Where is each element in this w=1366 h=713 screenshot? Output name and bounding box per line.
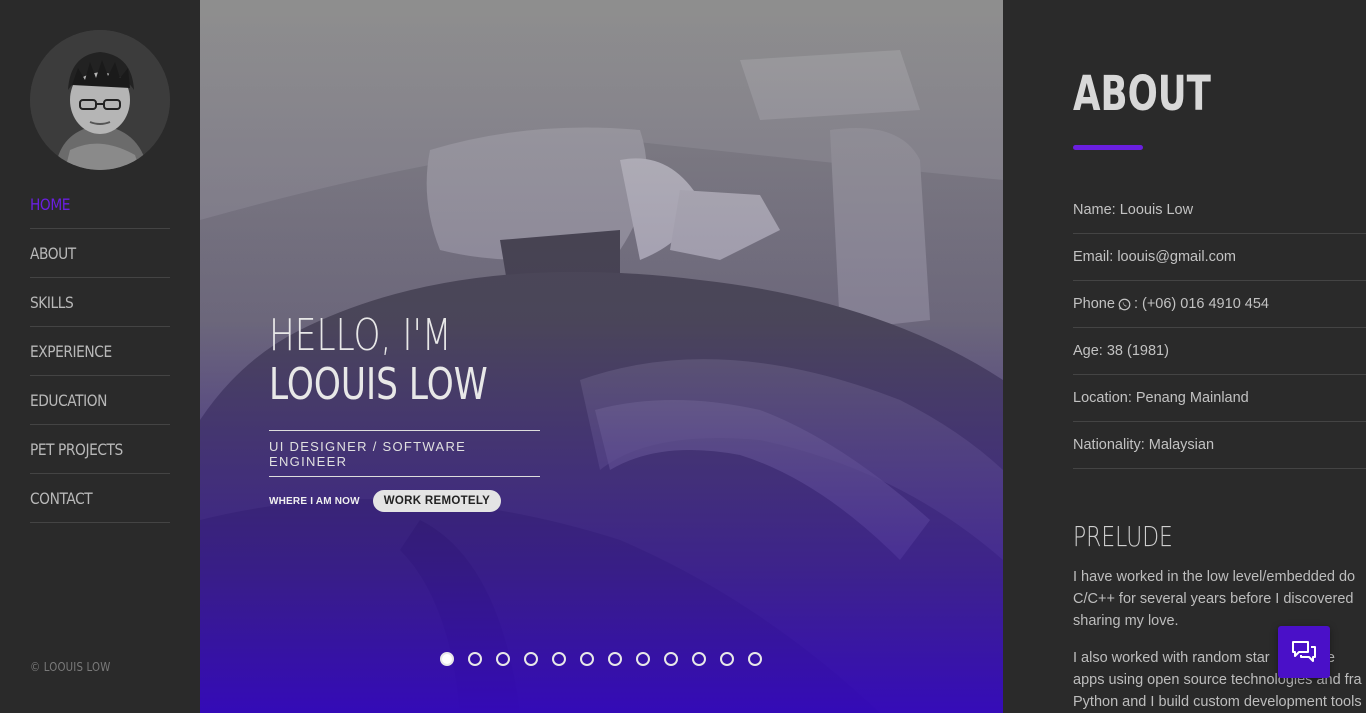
slide-dot[interactable] [496,652,510,666]
info-age: Age: 38 (1981) [1073,328,1366,375]
slide-dot[interactable] [720,652,734,666]
info-location: Location: Penang Mainland [1073,375,1366,422]
prelude-line: Python and I build custom development to… [1073,694,1362,710]
chat-button[interactable] [1278,626,1330,678]
nav-item-home[interactable]: HOME [30,180,170,229]
slide-dot[interactable] [608,652,622,666]
slide-pagination [440,652,776,666]
about-section: ABOUT Name: Loouis Low Email: loouis@gma… [1003,0,1366,713]
slide-dot[interactable] [692,652,706,666]
sidebar: HOME ABOUT SKILLS EXPERIENCE EDUCATION P… [0,0,200,713]
nav-link-experience[interactable]: EXPERIENCE [30,342,112,361]
slide-dot[interactable] [524,652,538,666]
nav-link-home[interactable]: HOME [30,195,70,214]
phone-value: : (+06) 016 4910 454 [1133,296,1269,312]
hero-intro: HELLO, I'M LOOUIS LOW UI DESIGNER / SOFT… [269,312,569,512]
info-nationality: Nationality: Malaysian [1073,422,1366,469]
prelude-paragraph-1: I have worked in the low level/embedded … [1073,566,1366,632]
hero-location-row: WHERE I AM NOW WORK REMOTELY [269,490,569,512]
where-label: WHERE I AM NOW [269,495,360,507]
whatsapp-icon [1118,298,1131,310]
prelude-line: sharing my love. [1073,613,1179,629]
nav-link-about[interactable]: ABOUT [30,244,76,263]
nav-item-experience[interactable]: EXPERIENCE [30,327,170,376]
prelude-line: I have worked in the low level/embedded … [1073,569,1356,585]
prelude-title: PRELUDE [1073,520,1173,553]
slide-dot[interactable] [468,652,482,666]
personal-info-list: Name: Loouis Low Email: loouis@gmail.com… [1073,187,1366,469]
hero-role: UI DESIGNER / SOFTWARE ENGINEER [269,438,467,469]
main-nav: HOME ABOUT SKILLS EXPERIENCE EDUCATION P… [30,180,170,523]
nav-item-education[interactable]: EDUCATION [30,376,170,425]
slide-dot[interactable] [664,652,678,666]
hero-name: LOOUIS LOW [269,359,488,410]
slide-dot[interactable] [552,652,566,666]
hero-role-box: UI DESIGNER / SOFTWARE ENGINEER [269,430,540,477]
info-phone: Phone : (+06) 016 4910 454 [1073,281,1366,328]
phone-label: Phone [1073,296,1115,312]
nav-link-pet-projects[interactable]: PET PROJECTS [30,440,123,459]
info-email: Email: loouis@gmail.com [1073,234,1366,281]
nav-item-about[interactable]: ABOUT [30,229,170,278]
nav-item-skills[interactable]: SKILLS [30,278,170,327]
slide-dot[interactable] [580,652,594,666]
nav-link-skills[interactable]: SKILLS [30,293,74,312]
nav-item-contact[interactable]: CONTACT [30,474,170,523]
avatar [30,30,170,170]
slide-dot[interactable] [636,652,650,666]
nav-link-contact[interactable]: CONTACT [30,489,93,508]
prelude-line: C/C++ for several years before I discove… [1073,591,1354,607]
slide-dot[interactable] [440,652,454,666]
where-badge: WORK REMOTELY [372,490,502,512]
copyright: © LOOUIS LOW [30,660,111,674]
hero-section: HELLO, I'M LOOUIS LOW UI DESIGNER / SOFT… [200,0,1003,713]
nav-link-education[interactable]: EDUCATION [30,391,107,410]
info-name: Name: Loouis Low [1073,187,1366,234]
chat-icon [1292,641,1316,662]
about-title: ABOUT [1073,66,1211,122]
nav-item-pet-projects[interactable]: PET PROJECTS [30,425,170,474]
hero-greeting: HELLO, I'M [269,310,452,361]
title-underline [1073,145,1143,150]
slide-dot[interactable] [748,652,762,666]
